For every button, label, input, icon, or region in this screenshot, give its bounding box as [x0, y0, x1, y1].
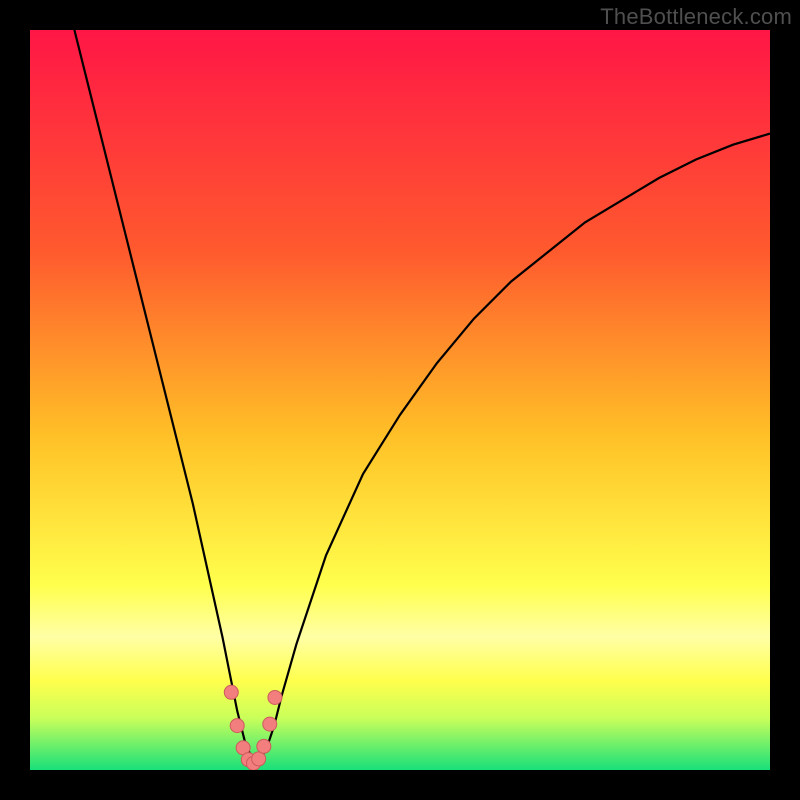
marker-dot	[252, 752, 266, 766]
marker-dot	[268, 690, 282, 704]
chart-svg	[30, 30, 770, 770]
plot-area	[30, 30, 770, 770]
marker-dot	[224, 685, 238, 699]
gradient-background	[30, 30, 770, 770]
marker-dot	[263, 717, 277, 731]
watermark-text: TheBottleneck.com	[600, 4, 792, 30]
outer-frame: TheBottleneck.com	[0, 0, 800, 800]
marker-dot	[257, 739, 271, 753]
marker-dot	[230, 719, 244, 733]
